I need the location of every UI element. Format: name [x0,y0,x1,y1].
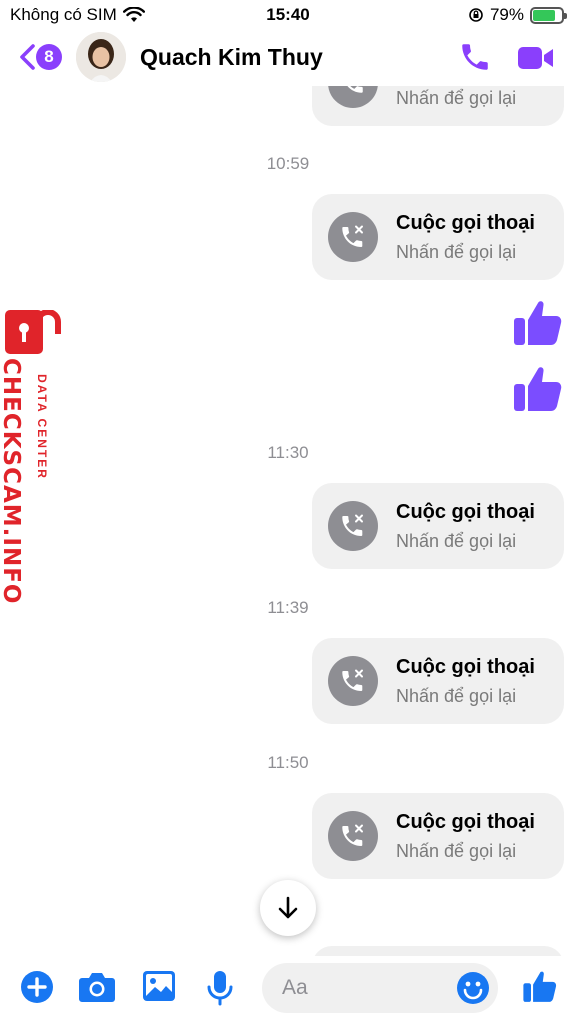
missed-call-icon [328,811,378,861]
back-button[interactable]: 8 [16,42,62,72]
call-title: Cuộc gọi thoại [396,656,535,678]
contact-name[interactable]: Quach Kim Thuy [140,44,323,71]
plus-icon[interactable] [20,970,54,1004]
status-right: 79% [468,5,567,25]
phone-icon[interactable] [458,40,492,74]
composer-bar [0,956,576,1024]
status-bar: Không có SIM 15:40 79% [0,0,576,30]
thumbs-up-icon[interactable] [512,296,564,348]
video-call-icon[interactable] [516,42,556,74]
orientation-lock-icon [469,8,483,22]
message-input[interactable] [282,963,452,1013]
missed-call-icon [328,86,378,108]
timestamp: 10:59 [266,154,310,173]
timestamp: 11:50 [267,753,309,772]
missed-call-icon [328,656,378,706]
call-title: Cuộc gọi thoại [396,212,535,234]
thumbs-up-icon[interactable] [522,968,558,1004]
call-bubble[interactable]: Nhấn để gọi lại [312,86,564,126]
call-subtitle: Nhấn để gọi lại [396,686,517,706]
checkscam-watermark: CHECKSCAM.INFO DATA CENTER [0,310,64,605]
message-list[interactable]: Nhấn để gọi lại 10:59 Cuộc gọi thoại Nhấ… [0,86,576,956]
watermark-subtext: DATA CENTER [35,374,49,480]
message-input-field[interactable] [262,963,498,1013]
microphone-icon[interactable] [206,970,234,1006]
missed-call-icon [328,212,378,262]
watermark-text: CHECKSCAM.INFO [0,358,24,605]
call-subtitle: Nhấn để gọi lại [396,531,517,551]
emoji-icon[interactable] [456,971,490,1005]
scroll-to-bottom-button[interactable] [260,880,316,936]
camera-icon[interactable] [78,970,116,1004]
timestamp: 11:30 [267,443,309,462]
call-bubble[interactable]: Cuộc gọi thoại Nhấn để gọi lại [312,793,564,879]
call-title: Cuộc gọi thoại [396,501,535,523]
call-bubble[interactable]: Cuộc gọi thoại Nhấn để gọi lại [312,483,564,569]
chat-header: 8 Quach Kim Thuy [0,30,576,86]
call-subtitle: Nhấn để gọi lại [396,841,517,861]
call-bubble[interactable]: Cuộc gọi thoại Nhấn để gọi lại [312,194,564,280]
image-icon[interactable] [142,970,176,1002]
lock-icon [5,310,61,354]
thumbs-up-icon[interactable] [512,362,564,414]
avatar[interactable] [76,32,126,82]
call-bubble[interactable]: Cuộc gọi thoại Nhấn để gọi lại [312,638,564,724]
avatar-image [76,32,126,82]
battery-percent: 79% [489,5,524,24]
battery-level [533,9,556,21]
timestamp: 11:39 [267,598,309,617]
unread-badge: 8 [36,44,62,70]
call-title: Cuộc gọi thoại [396,811,535,833]
call-subtitle: Nhấn để gọi lại [396,242,517,262]
chevron-left-icon [20,44,35,70]
battery-icon [530,6,567,24]
call-subtitle: Nhấn để gọi lại [396,88,517,108]
call-bubble[interactable] [312,946,564,956]
missed-call-icon [328,501,378,551]
arrow-down-icon [278,896,298,919]
